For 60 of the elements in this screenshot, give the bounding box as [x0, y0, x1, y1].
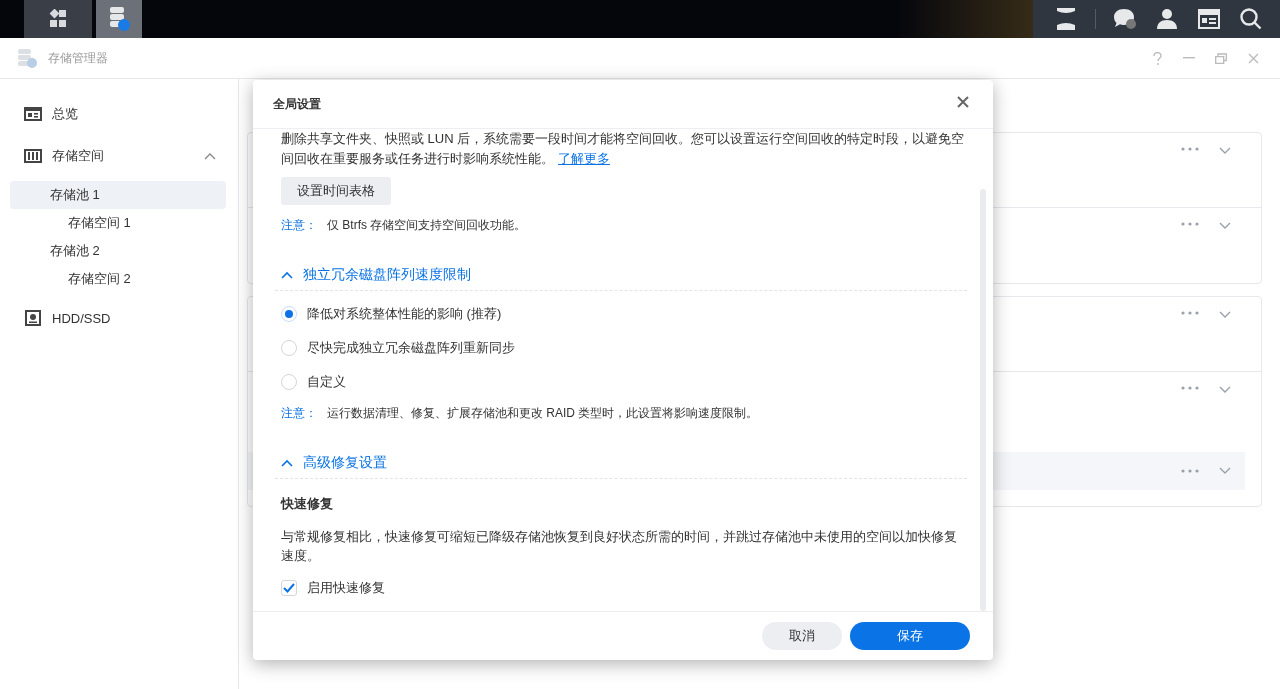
window-title: 存储管理器: [48, 49, 108, 67]
note-label: 注意：: [281, 217, 317, 234]
chevron-up-icon[interactable]: [204, 152, 216, 160]
minimize-icon: [1183, 57, 1195, 59]
chevron-down-icon[interactable]: [1219, 467, 1231, 475]
chevron-down-icon[interactable]: [1219, 386, 1231, 394]
restore-icon: [1215, 52, 1227, 64]
search-icon: [1240, 8, 1262, 30]
taskbar-app-button[interactable]: [96, 0, 142, 38]
section-title[interactable]: 高级修复设置: [303, 454, 387, 472]
more-icon[interactable]: [1181, 147, 1199, 151]
note-text: 运行数据清理、修复、扩展存储池和更改 RAID 类型时，此设置将影响速度限制。: [327, 405, 759, 422]
description-text: 与常规修复相比，快速修复可缩短已降级存储池恢复到良好状态所需的时间，并跳过存储池中未使用的空间以加快修复速度。: [281, 528, 958, 565]
intro-text: 删除共享文件夹、快照或 LUN 后，系统需要一段时间才能将空间回收。您可以设置运行空间回收的特定时段，以避免空间回收在重要服务或任务进行时影响系统性能。 了解更多: [281, 130, 966, 168]
radio-button[interactable]: [281, 306, 297, 322]
grid-icon: [48, 9, 68, 29]
sidebar-item[interactable]: 存储池 1: [10, 181, 226, 209]
window-panel-icon: [1198, 9, 1220, 29]
section-title[interactable]: 独立冗余磁盘阵列速度限制: [303, 266, 471, 284]
columns-icon: [24, 148, 42, 164]
dialog-title: 全局设置: [273, 95, 321, 113]
chevron-up-icon[interactable]: [281, 459, 293, 467]
schedule-button[interactable]: 设置时间表格: [281, 177, 391, 205]
cancel-button[interactable]: 取消: [762, 622, 842, 650]
chat-icon: [1113, 8, 1137, 30]
sidebar-item[interactable]: 存储空间 2: [10, 265, 226, 293]
user-icon: [1157, 8, 1177, 30]
sidebar-item[interactable]: HDD/SSD: [10, 301, 226, 335]
checkbox-label: 启用快速修复: [307, 579, 385, 597]
chevron-down-icon[interactable]: [1219, 147, 1231, 155]
help-icon: [1152, 51, 1162, 65]
note-text: 仅 Btrfs 存储空间支持空间回收功能。: [327, 217, 527, 234]
sidebar-item[interactable]: 存储空间: [10, 139, 226, 173]
radio-button[interactable]: [281, 340, 297, 356]
chevron-up-icon[interactable]: [281, 271, 293, 279]
note-label: 注意：: [281, 405, 317, 422]
more-icon[interactable]: [1181, 222, 1199, 226]
id-card-icon: [24, 106, 42, 122]
option-label: 自定义: [307, 373, 346, 391]
database-icon: [107, 6, 131, 32]
subsection-title: 快速修复: [281, 495, 334, 513]
sidebar-item[interactable]: 存储空间 1: [10, 209, 226, 237]
radio-button[interactable]: [281, 374, 297, 390]
more-icon[interactable]: [1181, 469, 1199, 473]
more-icon[interactable]: [1181, 311, 1199, 315]
checkbox[interactable]: [281, 580, 297, 596]
save-button[interactable]: 保存: [850, 622, 970, 650]
chevron-down-icon[interactable]: [1219, 311, 1231, 319]
option-label: 尽快完成独立冗余磁盘阵列重新同步: [307, 339, 515, 357]
stack-icon: [1055, 6, 1077, 32]
app-logo-icon: [16, 47, 38, 69]
chevron-down-icon[interactable]: [1219, 222, 1231, 230]
close-icon: [1247, 52, 1259, 64]
sidebar-item[interactable]: 总览: [10, 97, 226, 131]
learn-more-link[interactable]: 了解更多: [558, 151, 610, 166]
close-icon: [957, 96, 969, 108]
more-icon[interactable]: [1181, 386, 1199, 390]
sidebar-item[interactable]: 存储池 2: [10, 237, 226, 265]
taskbar-app-button[interactable]: [24, 0, 92, 38]
option-label: 降低对系统整体性能的影响 (推荐): [307, 305, 502, 323]
